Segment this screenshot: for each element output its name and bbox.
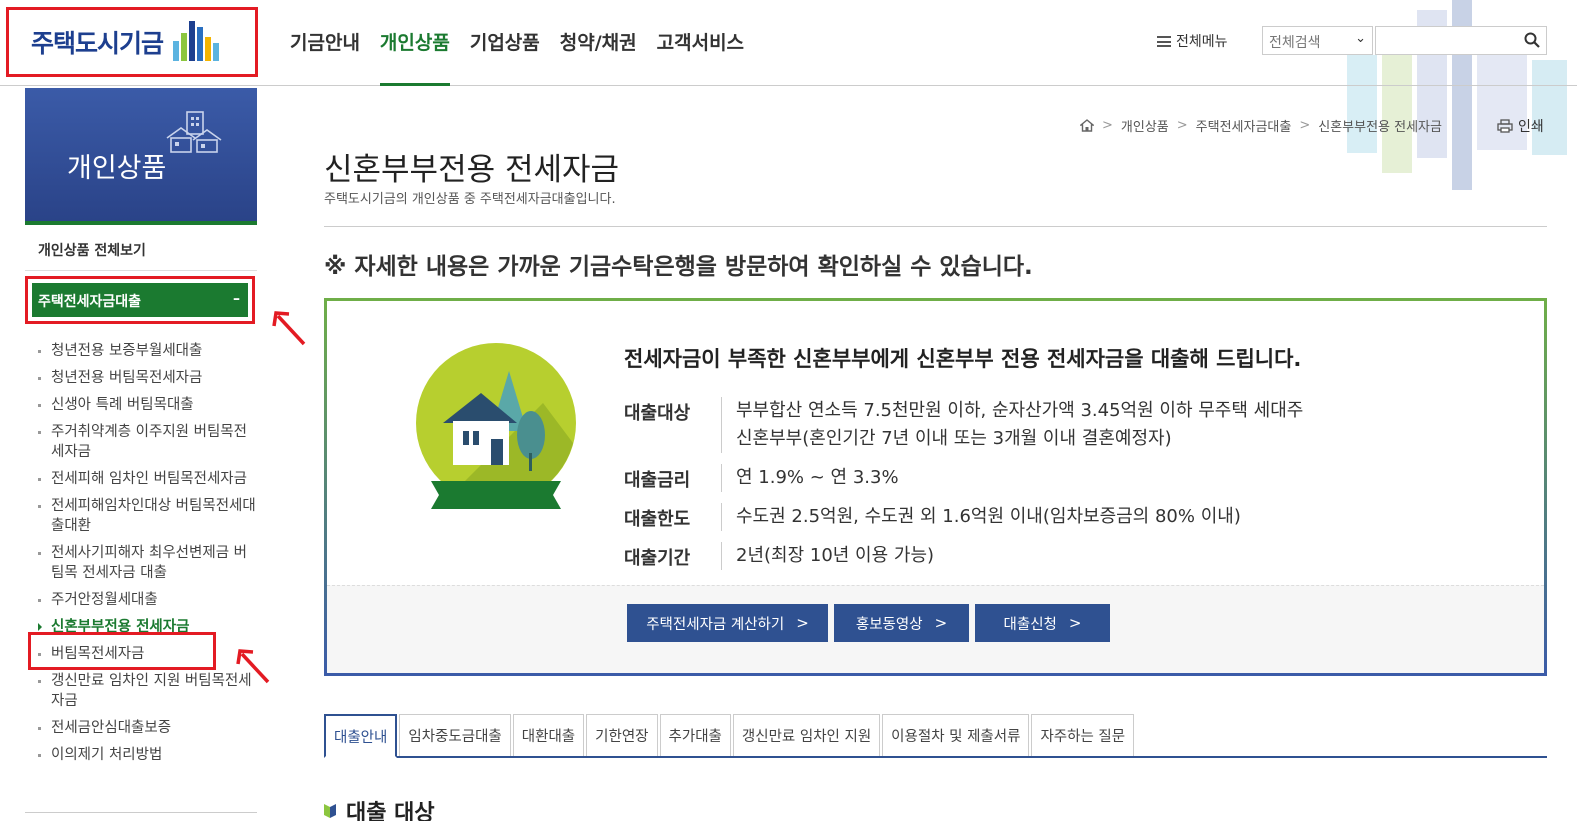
logo-text: 주택도시기금 [31, 29, 164, 58]
sidebar-item[interactable]: 전세금안심대출보증 [36, 718, 258, 738]
site-logo[interactable]: 주택도시기금 [6, 7, 258, 77]
button-label: 홍보동영상 [855, 616, 923, 633]
action-button-area: 주택전세자금 계산하기 > 홍보동영상 > 대출신청 > [327, 585, 1544, 673]
info-value-line: 부부합산 연소득 7.5천만원 이하, 순자산가액 3.45억원 이하 무주택 … [736, 400, 1304, 421]
info-key: 대출한도 [624, 503, 722, 531]
printer-icon [1497, 119, 1513, 133]
annotation-arrow-icon [236, 649, 270, 684]
all-menu-label: 전체메뉴 [1176, 34, 1228, 50]
sidebar-banner: 개인상품 [25, 88, 257, 225]
section-title: 대출 대상 [324, 795, 435, 821]
breadcrumb: > 개인상품 > 주택전세자금대출 > 신혼부부전용 전세자금 [1080, 116, 1442, 135]
sidebar-title: 개인상품 [67, 153, 167, 184]
info-value: 연 1.9% ~ 연 3.3% [736, 467, 899, 488]
search-scope-value: 전체검색 [1269, 35, 1321, 51]
nav-customer-service[interactable]: 고객서비스 [657, 0, 744, 86]
breadcrumb-item-current[interactable]: 신혼부부전용 전세자금 [1318, 116, 1442, 135]
apply-loan-button[interactable]: 대출신청 > [975, 604, 1110, 642]
tab-faq[interactable]: 자주하는 질문 [1031, 714, 1135, 756]
info-key: 대출대상 [624, 397, 722, 453]
sidebar-item[interactable]: 전세피해 임차인 버팀목전세자금 [36, 469, 258, 489]
sidebar-group-jeonse-loan[interactable]: 주택전세자금대출 – [32, 283, 248, 317]
search-scope-select[interactable]: 전체검색 ⌄ [1262, 26, 1373, 55]
book-icon [324, 804, 336, 818]
info-key: 대출금리 [624, 464, 722, 492]
hamburger-icon [1157, 35, 1171, 47]
button-label: 주택전세자금 계산하기 [646, 616, 785, 633]
title-divider [324, 226, 1547, 227]
tab-procedure-documents[interactable]: 이용절차 및 제출서류 [882, 714, 1030, 756]
tab-refinance-loan[interactable]: 대환대출 [512, 714, 585, 756]
breadcrumb-separator-icon: > [1299, 118, 1311, 133]
main-navigation: 기금안내 개인상품 기업상품 청약/채권 고객서비스 [290, 0, 764, 86]
nav-fund-info[interactable]: 기금안내 [290, 0, 360, 86]
info-row-rate: 대출금리 연 1.9% ~ 연 3.3% [624, 464, 1303, 492]
sidebar-item[interactable]: 주거취약계층 이주지원 버팀목전세자금 [36, 422, 258, 462]
nav-personal-products[interactable]: 개인상품 [379, 0, 450, 86]
site-header: 주택도시기금 기금안내 개인상품 기업상품 청약/채권 고객서비스 전체메뉴 전… [0, 0, 1577, 86]
sidebar-item[interactable]: 주거안정월세대출 [36, 590, 258, 610]
highlight-box-active-group: 주택전세자금대출 – [25, 276, 255, 324]
info-row-period: 대출기간 2년(최장 10년 이용 가능) [624, 542, 1303, 570]
notice-text: ※ 자세한 내용은 가까운 기금수탁은행을 방문하여 확인하실 수 있습니다. [324, 254, 1033, 280]
sidebar-item[interactable]: 이의제기 처리방법 [36, 745, 258, 765]
print-button[interactable]: 인쇄 [1497, 116, 1544, 136]
info-value: 2년(최장 10년 이용 가능) [736, 545, 935, 566]
chevron-right-icon: > [796, 614, 809, 632]
breadcrumb-separator-icon: > [1102, 118, 1113, 133]
sidebar-item[interactable]: 신생아 특례 버팀목대출 [36, 395, 258, 415]
newlywed-house-badge-icon [416, 343, 576, 509]
tab-interim-payment-loan[interactable]: 임차중도금대출 [399, 714, 511, 756]
highlight-box-current-item [28, 632, 216, 670]
sidebar-item[interactable]: 청년전용 버팀목전세자금 [36, 368, 258, 388]
page-title: 신혼부부전용 전세자금 [324, 152, 620, 188]
calculator-button[interactable]: 주택전세자금 계산하기 > [627, 604, 828, 642]
sidebar-view-all[interactable]: 개인상품 전체보기 [38, 240, 146, 260]
home-icon[interactable] [1080, 119, 1094, 132]
breadcrumb-separator-icon: > [1176, 118, 1188, 133]
info-row-limit: 대출한도 수도권 2.5억원, 수도권 외 1.6억원 이내(임차보증금의 80… [624, 503, 1303, 531]
product-summary-box: 전세자금이 부족한 신혼부부에게 신혼부부 전용 전세자금을 대출해 드립니다.… [324, 298, 1547, 676]
sidebar-group-label: 주택전세자금대출 [38, 294, 142, 310]
content-tabs: 대출안내 임차중도금대출 대환대출 기한연장 추가대출 갱신만료 임차인 지원 … [324, 714, 1547, 758]
print-label: 인쇄 [1518, 119, 1544, 135]
info-value: 수도권 2.5억원, 수도권 외 1.6억원 이내(임차보증금의 80% 이내) [736, 506, 1241, 527]
info-value-line: 신혼부부(혼인기간 7년 이내 또는 3개월 이내 결혼예정자) [736, 428, 1172, 449]
nav-subscription-bonds[interactable]: 청약/채권 [560, 0, 637, 86]
chevron-right-icon: > [934, 614, 948, 632]
info-headline: 전세자금이 부족한 신혼부부에게 신혼부부 전용 전세자금을 대출해 드립니다. [624, 347, 1302, 371]
annotation-arrow-icon [272, 311, 306, 346]
tab-renewal-tenant-support[interactable]: 갱신만료 임차인 지원 [732, 714, 881, 756]
tab-extension[interactable]: 기한연장 [586, 714, 658, 756]
info-key: 대출기간 [624, 542, 722, 570]
tab-additional-loan[interactable]: 추가대출 [659, 714, 731, 756]
sidebar-submenu: 청년전용 보증부월세대출 청년전용 버팀목전세자금 신생아 특례 버팀목대출 주… [36, 341, 258, 772]
collapse-icon[interactable]: – [233, 291, 240, 307]
sidebar-item[interactable]: 전세사기피해자 최우선변제금 버팀목 전세자금 대출 [36, 543, 258, 583]
all-menu-button[interactable]: 전체메뉴 [1157, 31, 1228, 51]
info-row-target: 대출대상 부부합산 연소득 7.5천만원 이하, 순자산가액 3.45억원 이하… [624, 397, 1303, 453]
chevron-right-icon: > [1068, 614, 1082, 632]
promo-video-button[interactable]: 홍보동영상 > [834, 604, 969, 642]
logo-mark-icon [173, 19, 225, 65]
chevron-down-icon: ⌄ [1355, 31, 1366, 46]
loan-info-table: 대출대상 부부합산 연소득 7.5천만원 이하, 순자산가액 3.45억원 이하… [624, 397, 1303, 581]
sidebar-item[interactable]: 전세피해임차인대상 버팀목전세대출대환 [36, 496, 258, 536]
sidebar-divider [25, 270, 257, 271]
sidebar-bottom-divider [25, 812, 257, 813]
tab-loan-guide[interactable]: 대출안내 [324, 714, 398, 758]
breadcrumb-item[interactable]: 개인상품 [1121, 116, 1169, 135]
breadcrumb-item[interactable]: 주택전세자금대출 [1196, 116, 1292, 135]
page-description: 주택도시기금의 개인상품 중 주택전세자금대출입니다. [324, 192, 616, 207]
section-title-text: 대출 대상 [346, 801, 435, 821]
sidebar-item[interactable]: 갱신만료 임차인 지원 버팀목전세자금 [36, 671, 258, 711]
sidebar-item[interactable]: 청년전용 보증부월세대출 [36, 341, 258, 361]
building-icon [166, 111, 222, 153]
nav-corporate-products[interactable]: 기업상품 [470, 0, 540, 86]
info-value: 부부합산 연소득 7.5천만원 이하, 순자산가액 3.45억원 이하 무주택 … [722, 397, 1303, 453]
search-icon[interactable] [1524, 32, 1540, 48]
search-input[interactable] [1375, 26, 1547, 55]
button-label: 대출신청 [1003, 616, 1057, 633]
